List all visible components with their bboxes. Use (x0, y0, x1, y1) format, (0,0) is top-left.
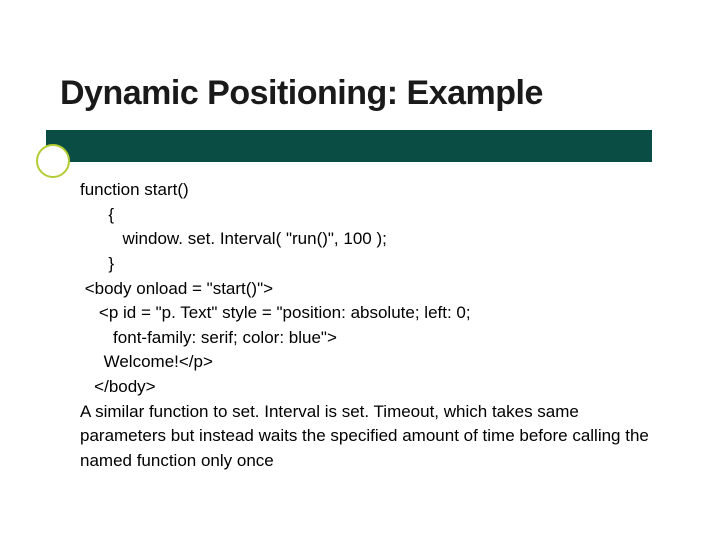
code-line: window. set. Interval( "run()", 100 ); (80, 227, 660, 252)
explanation-text: A similar function to set. Interval is s… (80, 400, 660, 474)
bullet-circle-icon (36, 144, 70, 178)
code-line: </body> (80, 375, 660, 400)
code-line: <body onload = "start()"> (80, 277, 660, 302)
slide: Dynamic Positioning: Example function st… (0, 0, 720, 540)
code-line: function start() (80, 178, 660, 203)
code-line: font-family: serif; color: blue"> (80, 326, 660, 351)
code-line: <p id = "p. Text" style = "position: abs… (80, 301, 660, 326)
slide-title: Dynamic Positioning: Example (60, 74, 660, 113)
code-line: } (80, 252, 660, 277)
code-line: Welcome!</p> (80, 350, 660, 375)
code-line: { (80, 203, 660, 228)
title-underline-bar (46, 130, 652, 162)
slide-body: function start() { window. set. Interval… (80, 178, 660, 474)
